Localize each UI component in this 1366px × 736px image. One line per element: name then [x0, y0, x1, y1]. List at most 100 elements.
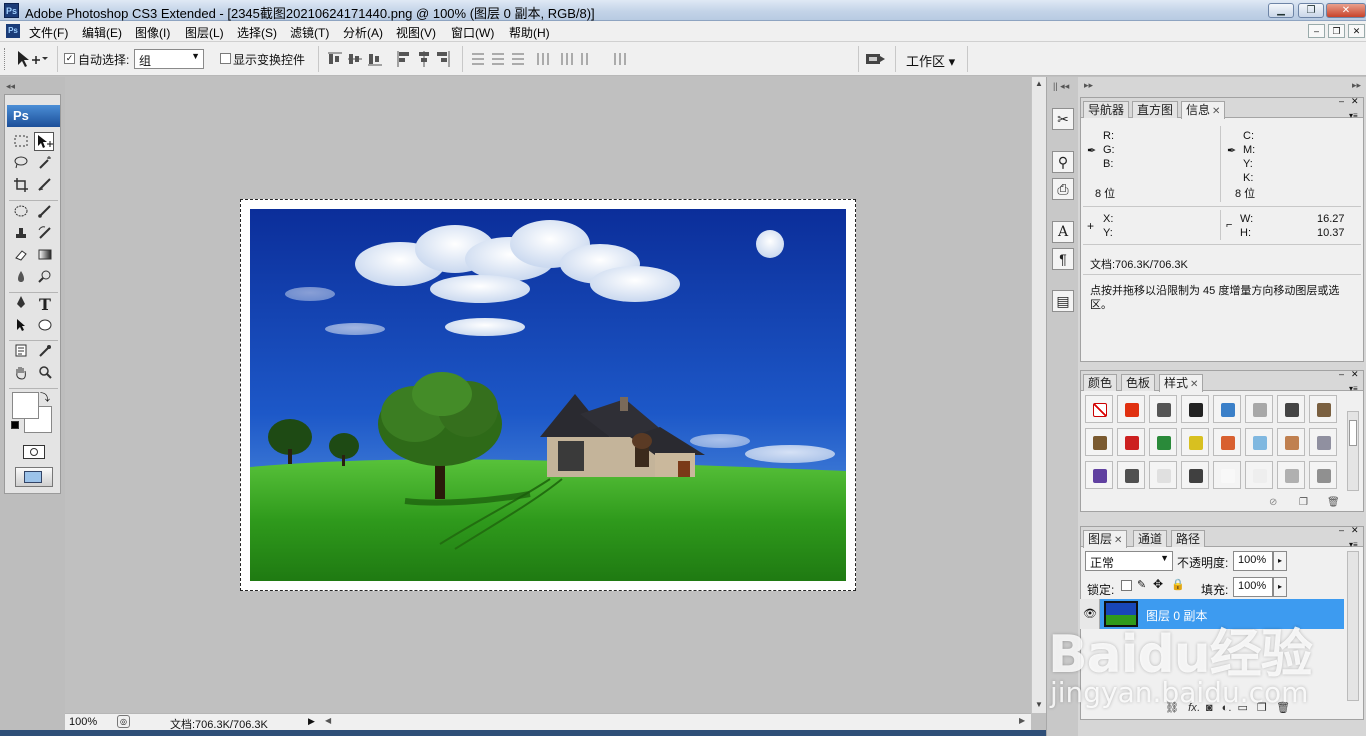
character-icon[interactable]: A [1052, 221, 1074, 243]
default-colors-icon[interactable] [11, 421, 19, 429]
style-swatch[interactable] [1309, 395, 1337, 423]
auto-select-dropdown[interactable]: 组 ▼ [134, 49, 204, 69]
tab-color[interactable]: 颜色 [1083, 374, 1118, 391]
menu-layer[interactable]: 图层(L) [185, 24, 224, 41]
doc-close-button[interactable]: ✕ [1348, 24, 1365, 38]
gradient-tool-icon[interactable] [35, 247, 55, 266]
style-swatch[interactable] [1213, 461, 1241, 489]
close-tab-icon[interactable]: ✕ [1114, 535, 1122, 546]
fill-slider-button[interactable]: ▸ [1273, 577, 1287, 597]
close-tab-icon[interactable]: ✕ [1190, 379, 1198, 390]
tool-presets-icon[interactable]: ✂ [1052, 108, 1074, 130]
workspace-menu[interactable]: 工作区 ▾ [906, 51, 955, 70]
status-menu-icon[interactable]: ◎ [117, 715, 130, 728]
menu-filter[interactable]: 滤镜(T) [290, 24, 329, 41]
style-swatch[interactable] [1181, 428, 1209, 456]
menu-window[interactable]: 窗口(W) [451, 24, 494, 41]
style-swatch[interactable] [1213, 428, 1241, 456]
marquee-tool-icon[interactable] [11, 133, 31, 152]
scroll-down-arrow-icon[interactable]: ▼ [1035, 700, 1043, 709]
auto-align-layers-icon[interactable] [612, 51, 628, 67]
bridge-icon[interactable] [864, 50, 888, 68]
style-swatch[interactable] [1245, 428, 1273, 456]
scroll-thumb[interactable] [1349, 420, 1357, 446]
tab-histogram[interactable]: 直方图 [1132, 101, 1179, 118]
path-selection-tool-icon[interactable] [11, 317, 31, 336]
paragraph-icon[interactable]: ¶ [1052, 248, 1074, 270]
new-style-icon[interactable]: ❐ [1299, 497, 1308, 508]
tab-navigator[interactable]: 导航器 [1083, 101, 1130, 118]
scroll-up-arrow-icon[interactable]: ▲ [1035, 79, 1043, 88]
vertical-scrollbar[interactable]: ▲ ▼ [1031, 77, 1046, 713]
delete-style-icon[interactable]: 🗑 [1327, 497, 1340, 508]
panel-minimize-icon[interactable]: – [1339, 525, 1344, 535]
tool-preset-picker[interactable] [14, 48, 54, 70]
lasso-tool-icon[interactable] [11, 155, 31, 174]
style-swatch[interactable] [1277, 395, 1305, 423]
style-swatch[interactable] [1277, 461, 1305, 489]
pen-tool-icon[interactable] [11, 295, 31, 314]
fill-input[interactable]: 100% [1233, 577, 1273, 597]
style-swatch[interactable] [1181, 461, 1209, 489]
doc-restore-button[interactable]: ❐ [1328, 24, 1345, 38]
menu-help[interactable]: 帮助(H) [509, 24, 550, 41]
magic-wand-tool-icon[interactable] [35, 155, 55, 174]
status-expand-arrow-icon[interactable]: ▶ [308, 716, 315, 727]
panel-close-icon[interactable]: ✕ [1351, 96, 1359, 107]
clear-style-icon[interactable]: ⊘ [1269, 497, 1277, 508]
style-swatch[interactable] [1245, 395, 1273, 423]
panel-menu-icon[interactable]: ▾≡ [1349, 111, 1358, 120]
style-swatch[interactable] [1149, 461, 1177, 489]
history-brush-tool-icon[interactable] [35, 225, 55, 244]
close-tab-icon[interactable]: ✕ [1212, 106, 1220, 117]
options-grip[interactable] [4, 48, 7, 70]
style-swatch[interactable] [1309, 428, 1337, 456]
document-ps-icon[interactable]: Ps [6, 24, 20, 38]
panel-minimize-icon[interactable]: – [1339, 369, 1344, 379]
style-swatch[interactable] [1117, 395, 1145, 423]
style-swatch[interactable] [1085, 428, 1113, 456]
auto-select-checkbox[interactable]: ✓ [64, 53, 75, 64]
scroll-right-arrow-icon[interactable]: ▶ [1019, 716, 1025, 725]
document-image[interactable] [250, 209, 846, 581]
style-swatch[interactable] [1181, 395, 1209, 423]
scroll-left-arrow-icon[interactable]: ◀ [325, 716, 331, 725]
panel-close-icon[interactable]: ✕ [1351, 369, 1359, 380]
foreground-color-swatch[interactable] [12, 392, 39, 419]
collapse-toolbox-icon[interactable]: ◂◂ [6, 81, 15, 92]
style-swatch[interactable] [1117, 428, 1145, 456]
brush-tool-icon[interactable] [35, 203, 55, 222]
tab-layers[interactable]: 图层 ✕ [1083, 530, 1128, 548]
dock-grip[interactable]: || ◂◂ [1053, 81, 1069, 92]
slice-tool-icon[interactable] [35, 177, 55, 196]
panel-close-icon[interactable]: ✕ [1351, 525, 1359, 536]
tab-styles[interactable]: 样式 ✕ [1159, 374, 1204, 392]
quick-mask-button[interactable] [23, 445, 45, 459]
hand-tool-icon[interactable] [11, 365, 31, 384]
style-swatch[interactable] [1085, 461, 1113, 489]
ellipse-shape-tool-icon[interactable] [35, 317, 55, 336]
eraser-tool-icon[interactable] [11, 247, 31, 266]
styles-scrollbar[interactable] [1347, 411, 1359, 491]
notes-tool-icon[interactable] [11, 343, 31, 362]
type-tool-icon[interactable]: T [35, 295, 55, 314]
eyedropper-tool-icon[interactable] [35, 343, 55, 362]
collapse-panels-icon[interactable]: ▸▸ [1352, 80, 1361, 91]
tab-paths[interactable]: 路径 [1171, 530, 1206, 547]
zoom-level[interactable]: 100% [69, 716, 97, 728]
clone-stamp-tool-icon[interactable] [11, 225, 31, 244]
menu-analysis[interactable]: 分析(A) [343, 24, 383, 41]
style-swatch[interactable] [1245, 461, 1273, 489]
swap-colors-icon[interactable]: ⤵ [40, 389, 54, 404]
screen-mode-button[interactable] [15, 467, 53, 487]
doc-minimize-button[interactable]: – [1308, 24, 1325, 38]
panel-minimize-icon[interactable]: – [1339, 96, 1344, 106]
brushes-icon[interactable]: ⚲ [1052, 151, 1074, 173]
style-swatch[interactable] [1149, 428, 1177, 456]
style-swatch[interactable] [1213, 395, 1241, 423]
blend-mode-dropdown[interactable]: 正常 ▼ [1085, 551, 1173, 571]
crop-tool-icon[interactable] [11, 177, 31, 196]
panel-menu-icon[interactable]: ▾≡ [1349, 384, 1358, 393]
clone-source-icon[interactable]: ⎙ [1052, 178, 1074, 200]
healing-brush-tool-icon[interactable] [11, 203, 31, 222]
